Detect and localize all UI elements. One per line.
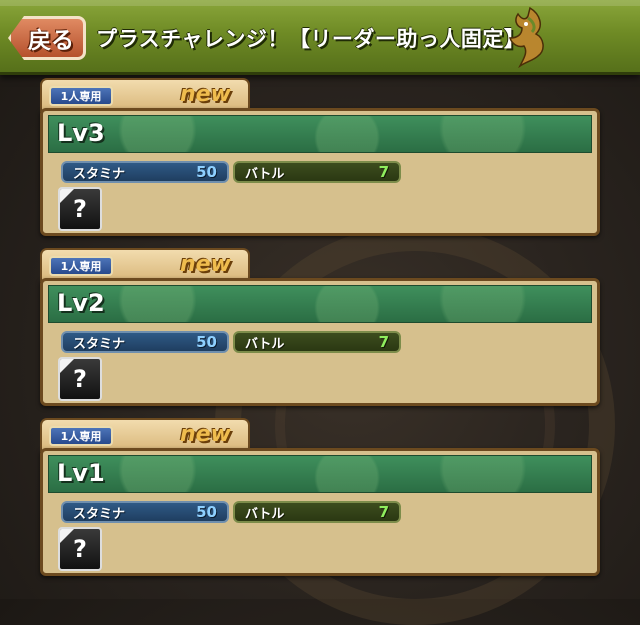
stamina-value: 50: [196, 163, 217, 181]
stamina-label: スタミナ: [73, 506, 126, 522]
stage-banner: Lv3: [48, 115, 592, 153]
stage-level: Lv3: [57, 119, 105, 147]
stamina-label: スタミナ: [73, 336, 126, 352]
stage-panel: Lv3 スタミナ 50 バトル 7 ?: [40, 108, 600, 236]
stamina-value: 50: [196, 333, 217, 351]
stage-panel: Lv1 スタミナ 50 バトル 7 ?: [40, 448, 600, 576]
stage-card-lv2[interactable]: 1人専用 new Lv2 スタミナ 50 バトル 7 ?: [40, 248, 600, 408]
solo-only-badge: 1人専用: [49, 256, 113, 276]
solo-only-badge: 1人専用: [49, 86, 113, 106]
battle-label: バトル: [245, 166, 285, 182]
dragon-icon: [508, 6, 544, 68]
header-bar: 戻る プラスチャレンジ！【リーダー助っ人固定】: [0, 0, 640, 75]
stage-banner: Lv2: [48, 285, 592, 323]
stamina-stat: スタミナ 50: [61, 161, 229, 183]
reward-mark: ?: [73, 365, 87, 393]
page-title: プラスチャレンジ！【リーダー助っ人固定】: [96, 27, 526, 51]
battle-stat: バトル 7: [233, 501, 401, 523]
stage-card-lv1[interactable]: 1人専用 new Lv1 スタミナ 50 バトル 7 ?: [40, 418, 600, 578]
battle-value: 7: [378, 333, 389, 351]
stage-tab: 1人専用 new: [40, 418, 250, 452]
unknown-reward-icon[interactable]: ?: [58, 357, 102, 401]
reward-mark: ?: [73, 195, 87, 223]
solo-only-badge: 1人専用: [49, 426, 113, 446]
stage-tab: 1人専用 new: [40, 78, 250, 112]
unknown-reward-icon[interactable]: ?: [58, 527, 102, 571]
battle-value: 7: [378, 503, 389, 521]
battle-stat: バトル 7: [233, 161, 401, 183]
new-label: new: [180, 422, 231, 447]
stage-level: Lv1: [57, 459, 105, 487]
new-label: new: [180, 252, 231, 277]
battle-label: バトル: [245, 506, 285, 522]
stage-tab: 1人専用 new: [40, 248, 250, 282]
stage-card-lv3[interactable]: 1人専用 new Lv3 スタミナ 50 バトル 7 ?: [40, 78, 600, 238]
battle-stat: バトル 7: [233, 331, 401, 353]
unknown-reward-icon[interactable]: ?: [58, 187, 102, 231]
stamina-stat: スタミナ 50: [61, 331, 229, 353]
stage-level: Lv2: [57, 289, 105, 317]
back-button[interactable]: 戻る: [8, 16, 86, 60]
battle-value: 7: [378, 163, 389, 181]
stage-banner: Lv1: [48, 455, 592, 493]
stage-panel: Lv2 スタミナ 50 バトル 7 ?: [40, 278, 600, 406]
stamina-label: スタミナ: [73, 166, 126, 182]
new-label: new: [180, 82, 231, 107]
reward-mark: ?: [73, 535, 87, 563]
battle-label: バトル: [245, 336, 285, 352]
stamina-value: 50: [196, 503, 217, 521]
stamina-stat: スタミナ 50: [61, 501, 229, 523]
